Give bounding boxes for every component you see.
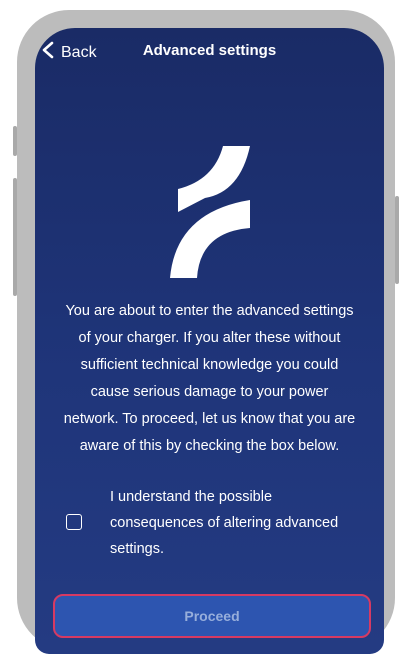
warning-line: aware of this by checking the box below. [79, 438, 340, 454]
consent-line: settings. [110, 541, 164, 557]
warning-line: sufficient technical knowledge you could [80, 357, 339, 373]
warning-message: You are about to enter the advanced sett… [49, 298, 370, 460]
warning-line: cause serious damage to your power [90, 384, 329, 400]
proceed-button[interactable]: Proceed [53, 594, 371, 638]
page-title: Advanced settings [142, 42, 277, 59]
app-screen: Back Advanced settings You are about to … [35, 28, 384, 654]
phone-side-button-right [395, 196, 399, 284]
consent-row[interactable]: I understand the possible consequences o… [65, 484, 365, 564]
warning-line: of your charger. If you alter these with… [78, 330, 341, 346]
warning-line: network. To proceed, let us know that yo… [63, 411, 356, 427]
consent-line: I understand the possible [110, 489, 273, 505]
consent-checkbox[interactable] [66, 514, 82, 530]
consent-label[interactable]: I understand the possible consequences o… [110, 484, 338, 562]
header-bar: Back Advanced settings [35, 28, 384, 74]
brand-logo [170, 146, 250, 278]
warning-line: You are about to enter the advanced sett… [65, 303, 354, 319]
consent-line: consequences of altering advanced [110, 515, 339, 531]
